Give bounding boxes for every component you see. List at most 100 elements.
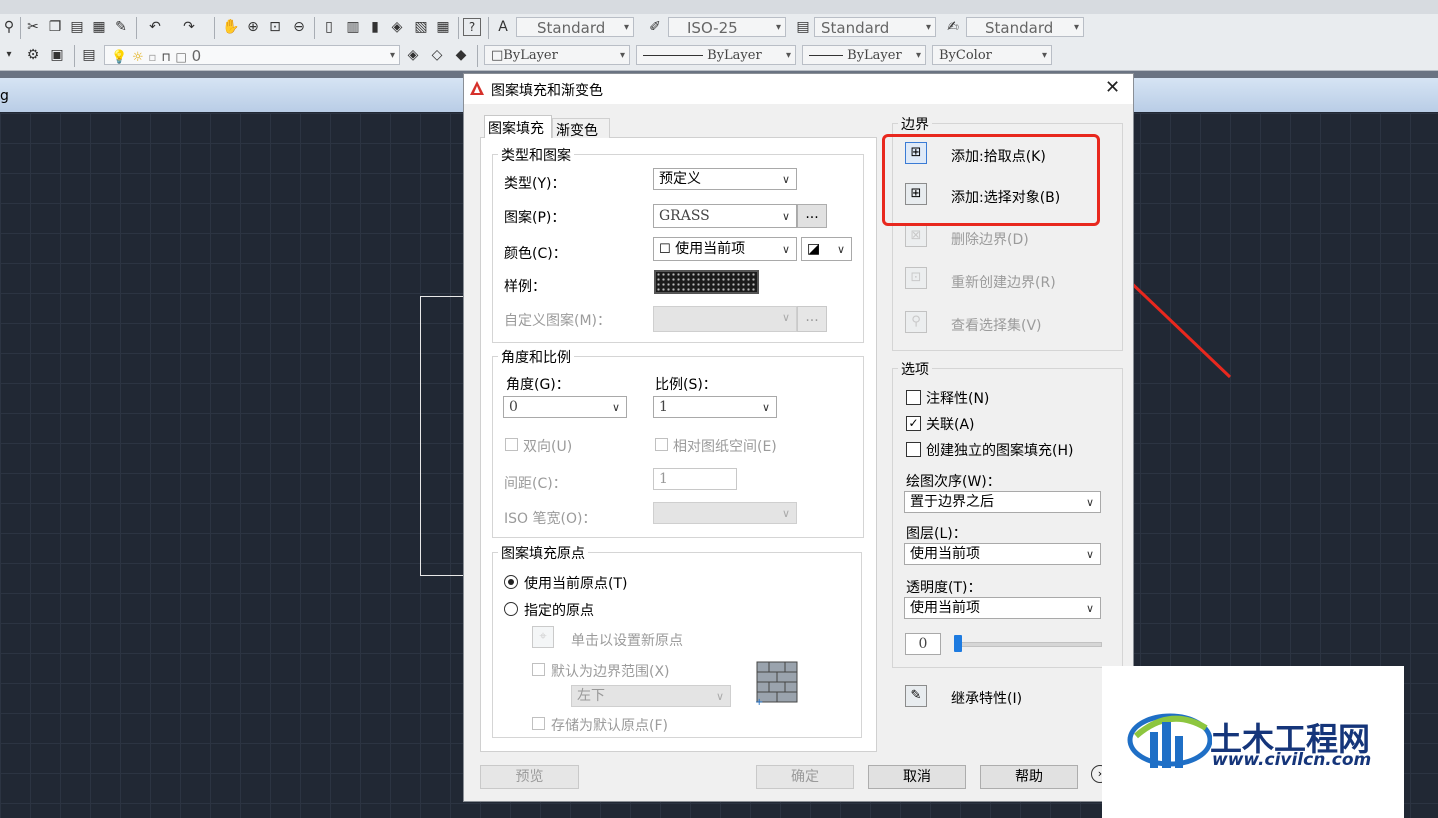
associative-label: 关联(A) xyxy=(926,417,975,433)
cut-icon[interactable]: ✂ xyxy=(24,18,42,36)
color-combo[interactable]: □ByLayer ▾ xyxy=(484,45,630,65)
redo-icon[interactable]: ↷ xyxy=(180,18,198,36)
text-style-icon[interactable]: A xyxy=(494,18,512,36)
dim-style-icon[interactable]: ✐ xyxy=(646,18,664,36)
transparency-slider-track[interactable] xyxy=(956,642,1102,647)
type-pattern-group-title: 类型和图案 xyxy=(498,145,574,165)
layer-combo[interactable]: 💡 ☼ ▫ ⊓ □ 0 ▾ xyxy=(104,45,400,65)
draw-order-combo[interactable]: 置于边界之后 ∨ xyxy=(904,491,1101,513)
type-combo[interactable]: 预定义 ∨ xyxy=(653,168,797,190)
use-current-origin-radio[interactable] xyxy=(504,575,518,589)
ok-button[interactable]: 确定 xyxy=(756,765,854,789)
origin-group-title: 图案填充原点 xyxy=(498,543,588,563)
tab-hatch[interactable]: 图案填充 xyxy=(484,115,552,138)
spacing-input[interactable]: 1 xyxy=(653,468,737,490)
layer-manager-icon[interactable]: ▤ xyxy=(80,46,98,64)
layer-settings-icon[interactable]: ⚙ xyxy=(24,46,42,64)
layer-previous-icon[interactable]: ◆ xyxy=(452,46,470,64)
transparency-slider-thumb[interactable] xyxy=(954,635,962,652)
specified-origin-radio[interactable] xyxy=(504,602,518,616)
background-color-combo[interactable]: ◪ ∨ xyxy=(801,237,852,261)
hatch-layer-combo[interactable]: 使用当前项 ∨ xyxy=(904,543,1101,565)
remove-boundary-icon[interactable]: ⊠ xyxy=(905,225,927,247)
lineweight-combo[interactable]: ByLayer ▾ xyxy=(802,45,926,65)
plotstyle-value: ByColor xyxy=(939,48,992,63)
dialog-title: 图案填充和渐变色 xyxy=(491,83,603,99)
pan-icon[interactable]: ✋ xyxy=(222,18,240,36)
pattern-value: GRASS xyxy=(659,208,710,224)
pattern-browse-button[interactable]: ... xyxy=(797,204,827,228)
lock-icon: ⊓ xyxy=(161,50,171,64)
custom-pattern-browse-button[interactable]: ... xyxy=(797,306,827,332)
default-extent-checkbox[interactable] xyxy=(532,663,545,676)
chevron-down-icon[interactable]: ▾ xyxy=(0,46,18,64)
plotstyle-combo[interactable]: ByColor ▾ xyxy=(932,45,1052,65)
undo-icon[interactable]: ↶ xyxy=(146,18,164,36)
svg-text:+: + xyxy=(755,697,763,706)
tool-palettes-icon[interactable]: ▮ xyxy=(366,18,384,36)
view-selection-button[interactable]: 查看选择集(V) xyxy=(951,315,1042,335)
layer-match-icon[interactable]: ◇ xyxy=(428,46,446,64)
pattern-sample-swatch[interactable] xyxy=(654,270,759,294)
text-style-combo[interactable]: Standard ▾ xyxy=(516,17,634,37)
table-style-combo[interactable]: Standard ▾ xyxy=(814,17,936,37)
preview-button[interactable]: 预览 xyxy=(480,765,579,789)
calculator-icon[interactable]: ▦ xyxy=(434,18,452,36)
associative-checkbox[interactable]: ✓ xyxy=(906,416,921,431)
scale-combo[interactable]: 1 ∨ xyxy=(653,396,777,418)
multileader-style-icon[interactable]: ✍ xyxy=(944,18,962,36)
transparency-combo[interactable]: 使用当前项 ∨ xyxy=(904,597,1101,619)
extent-position-value: 左下 xyxy=(577,688,605,704)
linetype-value: ByLayer xyxy=(707,48,762,63)
linetype-combo[interactable]: ByLayer ▾ xyxy=(636,45,796,65)
inherit-properties-button[interactable]: 继承特性(I) xyxy=(951,688,1022,708)
design-center-icon[interactable]: ▥ xyxy=(344,18,362,36)
pattern-combo[interactable]: GRASS ∨ xyxy=(653,204,797,228)
color-swatch-icon: □ xyxy=(175,50,187,64)
relative-paper-checkbox[interactable] xyxy=(655,438,668,451)
make-current-layer-icon[interactable]: ◈ xyxy=(404,46,422,64)
lineweight-sample xyxy=(809,55,843,56)
help-button[interactable]: 帮助 xyxy=(980,765,1078,789)
inherit-properties-icon[interactable]: ✎ xyxy=(905,685,927,707)
custom-pattern-combo[interactable]: ∨ xyxy=(653,306,797,332)
type-label: 类型(Y)： xyxy=(504,176,566,192)
tab-gradient[interactable]: 渐变色 xyxy=(552,118,610,139)
draw-order-label: 绘图次序(W)： xyxy=(906,474,1001,490)
multileader-style-combo[interactable]: Standard ▾ xyxy=(966,17,1084,37)
zoom-realtime-icon[interactable]: ⊕ xyxy=(244,18,262,36)
paste-block-icon[interactable]: ▦ xyxy=(90,18,108,36)
help-icon[interactable]: ? xyxy=(463,18,481,36)
chevron-down-icon: ∨ xyxy=(781,311,790,324)
recreate-boundary-icon[interactable]: ⊡ xyxy=(905,267,927,289)
color-combo-dialog[interactable]: ☐ 使用当前项 ∨ xyxy=(653,237,797,261)
angle-combo[interactable]: 0 ∨ xyxy=(503,396,627,418)
annotative-label: 注释性(N) xyxy=(926,391,990,407)
paste-icon[interactable]: ▤ xyxy=(68,18,86,36)
double-checkbox[interactable] xyxy=(505,438,518,451)
match-icon[interactable]: ⚲ xyxy=(0,18,18,36)
zoom-previous-icon[interactable]: ⊖ xyxy=(290,18,308,36)
recreate-boundary-button[interactable]: 重新创建边界(R) xyxy=(951,272,1056,292)
table-style-icon[interactable]: ▤ xyxy=(794,18,812,36)
match-properties-icon[interactable]: ✎ xyxy=(112,18,130,36)
annotative-checkbox[interactable] xyxy=(906,390,921,405)
layer-state-icon[interactable]: ▣ xyxy=(48,46,66,64)
iso-pen-width-combo[interactable]: ∨ xyxy=(653,502,797,524)
set-origin-icon[interactable]: ⌖ xyxy=(532,626,554,648)
dim-style-combo[interactable]: ISO-25 ▾ xyxy=(668,17,786,37)
copy-icon[interactable]: ❐ xyxy=(46,18,64,36)
zoom-window-icon[interactable]: ⊡ xyxy=(266,18,284,36)
separate-hatch-checkbox[interactable] xyxy=(906,442,921,457)
store-default-origin-checkbox[interactable] xyxy=(532,717,545,730)
properties-icon[interactable]: ▯ xyxy=(320,18,338,36)
sheet-set-icon[interactable]: ◈ xyxy=(388,18,406,36)
transparency-number-input[interactable]: 0 xyxy=(905,633,941,655)
close-icon[interactable]: ✕ xyxy=(1105,77,1120,98)
cancel-button[interactable]: 取消 xyxy=(868,765,966,789)
drawing-title[interactable]: g xyxy=(0,88,9,104)
markup-icon[interactable]: ▧ xyxy=(412,18,430,36)
extent-position-combo[interactable]: 左下 ∨ xyxy=(571,685,731,707)
view-selection-icon[interactable]: ⚲ xyxy=(905,311,927,333)
remove-boundary-button[interactable]: 删除边界(D) xyxy=(951,229,1029,249)
